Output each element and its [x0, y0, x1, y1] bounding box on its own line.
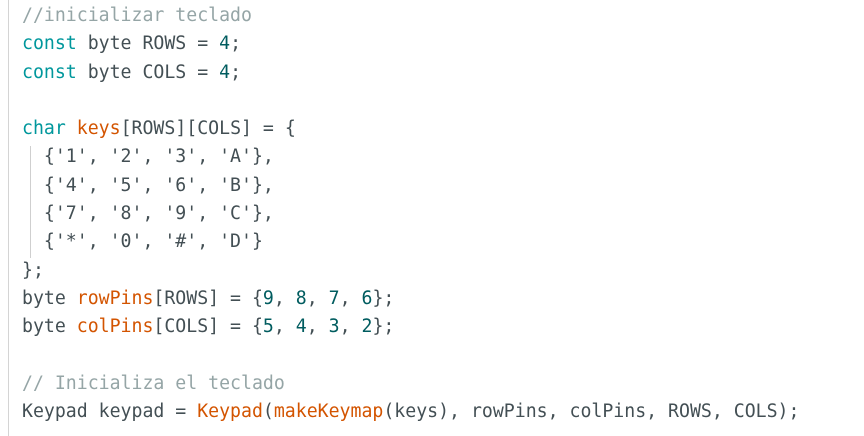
code-text: ; — [230, 61, 242, 83]
code-number: 8 — [295, 287, 307, 309]
code-text: {'1', '2', '3', 'A'}, — [22, 146, 274, 168]
code-identifier: rowPins — [76, 287, 154, 309]
code-line[interactable]: char keys[ROWS][COLS] = { — [22, 115, 799, 143]
code-text: , — [273, 316, 296, 338]
code-comment: //inicializar teclado — [22, 5, 252, 26]
code-line[interactable]: {'7', '8', '9', 'C'}, — [22, 200, 799, 228]
code-number: 3 — [328, 316, 340, 338]
code-number: 4 — [219, 61, 231, 83]
code-line[interactable]: //inicializar teclado — [22, 2, 799, 30]
code-text: (keys), rowPins, colPins, ROWS, COLS); — [383, 401, 800, 423]
code-identifier: Keypad — [197, 401, 263, 423]
code-line[interactable]: byte rowPins[ROWS] = {9, 8, 7, 6}; — [22, 285, 799, 313]
code-comment: // Inicializa el teclado — [22, 372, 285, 394]
code-identifier: colPins — [76, 316, 154, 338]
code-line[interactable]: {'4', '5', '6', 'B'}, — [22, 172, 799, 200]
code-editor[interactable]: //inicializar teclado const byte ROWS = 4… — [0, 0, 864, 436]
code-text: {'7', '8', '9', 'C'}, — [22, 203, 274, 225]
code-number: 7 — [328, 287, 340, 309]
code-number: 6 — [361, 287, 373, 309]
code-text: byte COLS = — [76, 61, 220, 83]
code-text: [COLS] = { — [153, 316, 263, 338]
code-line[interactable] — [22, 342, 799, 370]
code-text: }; — [372, 287, 395, 309]
code-line[interactable]: byte colPins[COLS] = {5, 4, 3, 2}; — [22, 313, 799, 341]
code-number: 4 — [295, 316, 307, 338]
code-line[interactable]: {'*', '0', '#', 'D'} — [22, 228, 799, 256]
code-number: 4 — [219, 33, 231, 55]
code-text: Keypad keypad = — [22, 401, 198, 423]
code-number: 2 — [361, 316, 373, 338]
gutter-divider — [8, 0, 9, 436]
code-number: 9 — [262, 287, 274, 309]
code-text: }; — [372, 316, 395, 338]
code-number: 5 — [262, 316, 274, 338]
code-text: ( — [262, 401, 274, 423]
code-line[interactable]: {'1', '2', '3', 'A'}, — [22, 143, 799, 171]
code-line[interactable]: // Inicializa el teclado — [22, 370, 799, 398]
code-text: ; — [230, 33, 242, 55]
code-text: {'4', '5', '6', 'B'}, — [22, 174, 274, 196]
code-text: }; — [22, 259, 44, 281]
code-text: , — [339, 287, 362, 309]
code-area[interactable]: //inicializar teclado const byte ROWS = 4… — [22, 2, 799, 426]
code-line[interactable]: const byte COLS = 4; — [22, 59, 799, 87]
code-text: , — [306, 316, 329, 338]
code-keyword: char — [22, 118, 66, 140]
code-line[interactable]: const byte ROWS = 4; — [22, 30, 799, 58]
code-text: , — [339, 316, 362, 338]
code-text: byte — [22, 316, 77, 338]
code-text: [ROWS][COLS] = { — [120, 118, 296, 140]
code-keyword: const — [22, 61, 77, 83]
code-line[interactable]: Keypad keypad = Keypad(makeKeymap(keys),… — [22, 398, 799, 426]
code-text: {'*', '0', '#', 'D'} — [22, 231, 263, 253]
code-text: byte — [22, 287, 77, 309]
code-keyword: const — [22, 33, 77, 55]
code-text: byte ROWS = — [76, 33, 220, 55]
code-text: , — [306, 287, 329, 309]
code-text: , — [273, 287, 296, 309]
code-identifier: keys — [76, 118, 121, 140]
code-identifier: makeKeymap — [273, 401, 384, 423]
code-line[interactable] — [22, 87, 799, 115]
code-text: [ROWS] = { — [153, 287, 263, 309]
code-line[interactable]: }; — [22, 257, 799, 285]
